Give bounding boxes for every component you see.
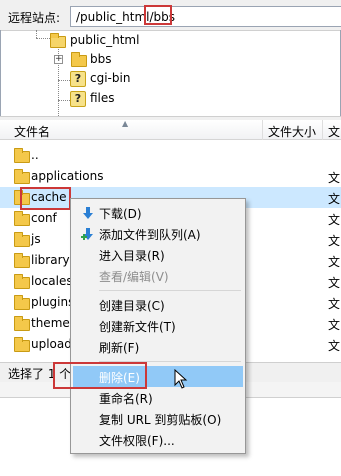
menu-item-add-to-queue[interactable]: 添加文件到队列(A) bbox=[73, 223, 243, 244]
menu-item-label: 文件权限(F)... bbox=[99, 434, 175, 448]
file-name: library bbox=[31, 253, 70, 267]
menu-item-copy-url[interactable]: 复制 URL 到剪贴板(O) bbox=[73, 408, 243, 429]
menu-item-refresh[interactable]: 刷新(F) bbox=[73, 336, 243, 357]
tree-item-cgi-bin[interactable]: ? cgi-bin bbox=[70, 70, 150, 88]
column-divider[interactable] bbox=[262, 120, 263, 140]
file-type: 文 bbox=[328, 297, 341, 311]
tree-item-label: bbs bbox=[90, 52, 112, 66]
file-name: js bbox=[31, 232, 41, 246]
remote-site-label: 远程站点: bbox=[8, 11, 61, 25]
tree-connector bbox=[58, 80, 70, 81]
menu-item-label: 复制 URL 到剪贴板(O) bbox=[99, 413, 222, 427]
folder-icon bbox=[14, 253, 30, 268]
column-header-filename[interactable]: 文件名 bbox=[14, 123, 50, 140]
sort-ascending-icon: ▲ bbox=[122, 120, 129, 128]
context-menu: 下载(D) 添加文件到队列(A) 进入目录(R) 查看/编辑(V) 创建目录(C… bbox=[70, 198, 246, 454]
folder-icon bbox=[14, 169, 30, 184]
unknown-folder-icon: ? bbox=[70, 71, 86, 87]
folder-open-icon bbox=[50, 33, 66, 48]
expand-icon[interactable]: + bbox=[54, 55, 63, 64]
menu-item-label: 重命名(R) bbox=[99, 392, 153, 406]
file-name: .. bbox=[31, 148, 39, 162]
folder-icon bbox=[14, 148, 30, 163]
cache-highlight-box bbox=[20, 187, 71, 210]
file-type: 文 bbox=[328, 276, 341, 290]
tree-item-bbs[interactable]: + bbs bbox=[54, 51, 134, 69]
folder-icon bbox=[14, 274, 30, 289]
menu-item-create-file[interactable]: 创建新文件(T) bbox=[73, 315, 243, 336]
file-name: conf bbox=[31, 211, 57, 225]
tree-connector bbox=[36, 30, 37, 38]
menu-item-label: 查看/编辑(V) bbox=[99, 270, 169, 284]
menu-item-label: 刷新(F) bbox=[99, 341, 140, 355]
mouse-cursor-icon bbox=[174, 369, 188, 389]
tree-item-files[interactable]: ? files bbox=[70, 90, 150, 108]
folder-icon bbox=[14, 316, 30, 331]
menu-item-enter-directory[interactable]: 进入目录(R) bbox=[73, 244, 243, 265]
path-prefix: /public_html/ bbox=[76, 10, 154, 24]
delete-highlight-box bbox=[53, 362, 147, 389]
list-row-parent[interactable]: .. bbox=[0, 145, 341, 166]
file-type: 文 bbox=[328, 255, 341, 269]
file-type: 文 bbox=[328, 339, 341, 353]
tree-left-border bbox=[0, 30, 1, 116]
column-header-filesize[interactable]: 文件大小 bbox=[268, 123, 316, 140]
menu-item-label: 进入目录(R) bbox=[99, 249, 165, 263]
folder-icon bbox=[71, 52, 87, 67]
list-row[interactable]: applications 文 bbox=[0, 166, 341, 187]
remote-path-input[interactable]: /public_html/bbs bbox=[70, 5, 341, 27]
folder-icon bbox=[14, 211, 30, 226]
file-type: 文 bbox=[328, 234, 341, 248]
column-divider[interactable] bbox=[322, 120, 323, 140]
unknown-folder-icon: ? bbox=[70, 91, 86, 107]
tree-item-label: cgi-bin bbox=[90, 71, 131, 85]
menu-item-rename[interactable]: 重命名(R) bbox=[73, 387, 243, 408]
menu-item-file-permissions[interactable]: 文件权限(F)... bbox=[73, 429, 243, 450]
folder-icon bbox=[14, 295, 30, 310]
menu-item-label: 创建目录(C) bbox=[99, 299, 165, 313]
file-type: 文 bbox=[328, 171, 341, 185]
add-to-queue-icon bbox=[81, 228, 93, 240]
tree-connector bbox=[36, 38, 50, 39]
tree-item-public-html[interactable]: public_html bbox=[50, 32, 150, 50]
menu-item-label: 添加文件到队列(A) bbox=[99, 228, 201, 242]
file-name: plugins bbox=[31, 295, 75, 309]
file-name: applications bbox=[31, 169, 104, 183]
tree-item-label: public_html bbox=[70, 33, 140, 47]
column-header-filetype[interactable]: 文 bbox=[328, 123, 340, 140]
path-highlight-box bbox=[144, 5, 172, 25]
menu-separator bbox=[99, 290, 241, 291]
menu-item-create-directory[interactable]: 创建目录(C) bbox=[73, 294, 243, 315]
file-type: 文 bbox=[328, 192, 341, 206]
file-name: locales bbox=[31, 274, 73, 288]
file-type: 文 bbox=[328, 213, 341, 227]
folder-icon bbox=[14, 232, 30, 247]
file-type: 文 bbox=[328, 318, 341, 332]
tree-connector bbox=[58, 100, 70, 101]
list-header: ▲ 文件名 文件大小 文 bbox=[0, 120, 341, 140]
menu-item-download[interactable]: 下载(D) bbox=[73, 202, 243, 223]
folder-icon bbox=[14, 337, 30, 352]
download-icon bbox=[83, 207, 93, 219]
menu-item-label: 下载(D) bbox=[99, 207, 142, 221]
menu-item-view-edit: 查看/编辑(V) bbox=[73, 265, 243, 286]
tree-item-label: files bbox=[90, 91, 115, 105]
menu-item-label: 创建新文件(T) bbox=[99, 320, 176, 334]
